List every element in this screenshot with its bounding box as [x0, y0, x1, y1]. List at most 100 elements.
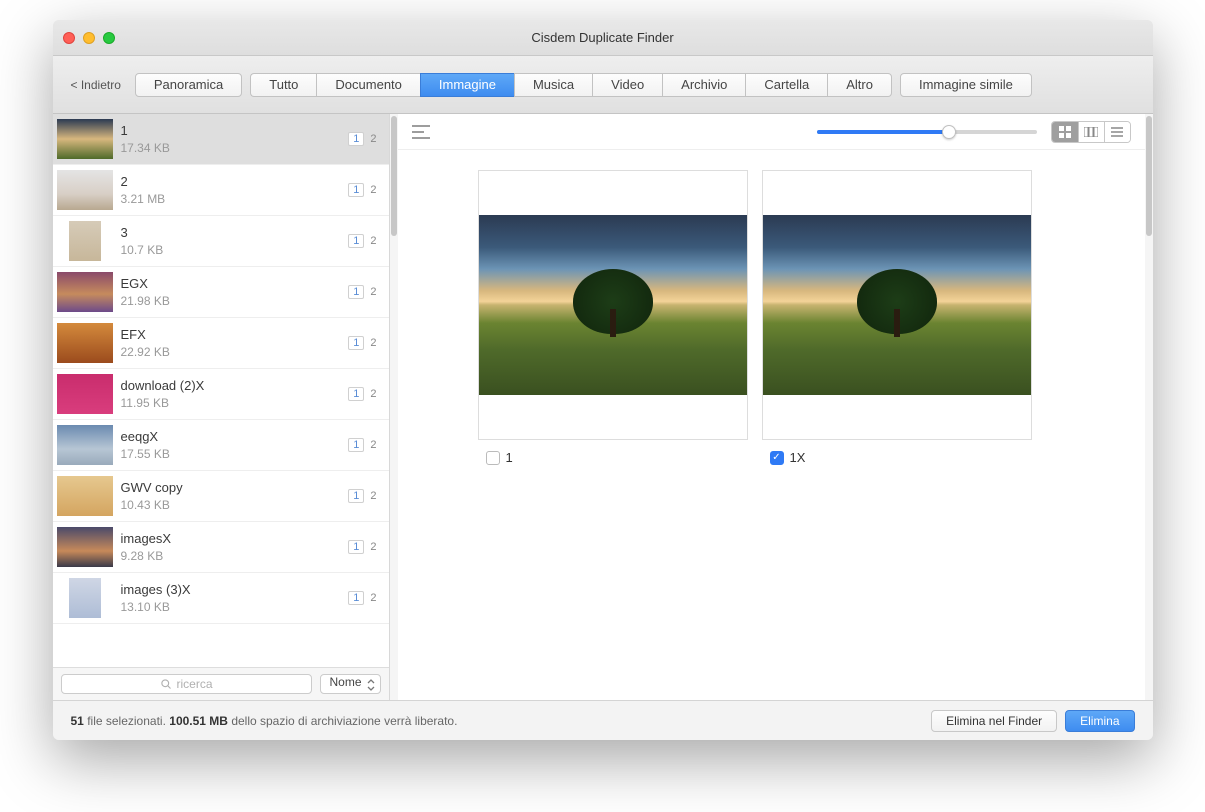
thumbnail [69, 221, 101, 261]
list-item[interactable]: GWV copy10.43 KB12 [53, 471, 389, 522]
preview-card[interactable]: ✓ 1X [762, 170, 1032, 680]
thumbnail [57, 323, 113, 363]
selected-badge: 1 [348, 234, 364, 248]
list-item[interactable]: EGX 21.98 KB12 [53, 267, 389, 318]
window-title: Cisdem Duplicate Finder [53, 30, 1153, 45]
statusbar: 51 file selezionati. 100.51 MB dello spa… [53, 700, 1153, 740]
selected-badge: 1 [348, 540, 364, 554]
total-badge: 2 [368, 541, 378, 553]
titlebar: Cisdem Duplicate Finder [53, 20, 1153, 56]
sidebar-scrollbar[interactable] [390, 114, 398, 700]
selected-badge: 1 [348, 183, 364, 197]
sort-label: Nome [329, 675, 361, 689]
total-badge: 2 [368, 337, 378, 349]
main-content: 117.34 KB1223.21 MB12310.7 KB12EGX21.98 … [53, 114, 1153, 700]
back-button[interactable]: < Indietro [65, 74, 127, 96]
selected-badge: 1 [348, 591, 364, 605]
selected-badge: 1 [348, 438, 364, 452]
view-mode-toggle [1051, 121, 1131, 143]
selected-badge: 1 [348, 336, 364, 350]
item-size: 21.98 KB [121, 294, 349, 308]
card-frame [478, 170, 748, 440]
delete-button[interactable]: Elimina [1065, 710, 1134, 732]
preview-pane: 1 ✓ 1X [398, 114, 1145, 700]
thumbnail [57, 272, 113, 312]
duplicate-list[interactable]: 117.34 KB1223.21 MB12310.7 KB12EGX21.98 … [53, 114, 389, 667]
list-icon [1111, 127, 1123, 137]
list-item[interactable]: eeqgX17.55 KB12 [53, 420, 389, 471]
item-size: 22.92 KB [121, 345, 349, 359]
item-name: 3 [121, 225, 349, 240]
list-item[interactable]: 23.21 MB12 [53, 165, 389, 216]
total-badge: 2 [368, 235, 378, 247]
overview-button[interactable]: Panoramica [135, 73, 242, 97]
tab-documento[interactable]: Documento [316, 73, 419, 97]
total-badge: 2 [368, 388, 378, 400]
total-badge: 2 [368, 490, 378, 502]
tab-tutto[interactable]: Tutto [250, 73, 316, 97]
selected-count: 51 [71, 714, 84, 728]
item-name: images (3)X [121, 582, 349, 597]
preview-scrollbar[interactable] [1145, 114, 1153, 700]
total-badge: 2 [368, 184, 378, 196]
preview-card[interactable]: 1 [478, 170, 748, 680]
tab-video[interactable]: Video [592, 73, 662, 97]
list-view-button[interactable] [1104, 122, 1130, 142]
selected-badge: 1 [348, 132, 364, 146]
total-badge: 2 [368, 592, 378, 604]
list-item[interactable]: 117.34 KB12 [53, 114, 389, 165]
thumbnail [57, 527, 113, 567]
zoom-slider[interactable] [817, 130, 1037, 134]
item-name: EFX [121, 327, 349, 342]
tab-altro[interactable]: Altro [827, 73, 892, 97]
selected-badge: 1 [348, 387, 364, 401]
slider-thumb[interactable] [942, 125, 956, 139]
grid-view-button[interactable] [1052, 122, 1078, 142]
category-tabs: TuttoDocumentoImmagineMusicaVideoArchivi… [250, 73, 892, 97]
select-arrows-icon [366, 678, 376, 692]
card-label: 1 [506, 450, 513, 465]
thumbnail [57, 119, 113, 159]
search-input[interactable]: ricerca [61, 674, 313, 694]
select-checkbox[interactable] [486, 451, 500, 465]
select-checkbox[interactable]: ✓ [770, 451, 784, 465]
total-badge: 2 [368, 439, 378, 451]
sidebar-footer: ricerca Nome [53, 667, 389, 700]
thumbnail [57, 374, 113, 414]
sort-select[interactable]: Nome [320, 674, 380, 694]
delete-in-finder-button[interactable]: Elimina nel Finder [931, 710, 1057, 732]
list-item[interactable]: 310.7 KB12 [53, 216, 389, 267]
list-item[interactable]: imagesX9.28 KB12 [53, 522, 389, 573]
tab-musica[interactable]: Musica [514, 73, 592, 97]
selection-menu-icon[interactable] [412, 125, 430, 139]
columns-view-button[interactable] [1078, 122, 1104, 142]
list-item[interactable]: download (2)X 11.95 KB12 [53, 369, 389, 420]
total-badge: 2 [368, 133, 378, 145]
item-name: download (2)X [121, 378, 349, 393]
item-size: 3.21 MB [121, 192, 349, 206]
item-size: 10.43 KB [121, 498, 349, 512]
item-size: 17.34 KB [121, 141, 349, 155]
thumbnail [69, 578, 101, 618]
thumbnail [57, 476, 113, 516]
freed-size: 100.51 MB [169, 714, 228, 728]
list-item[interactable]: images (3)X13.10 KB12 [53, 573, 389, 624]
item-name: EGX [121, 276, 349, 291]
selected-badge: 1 [348, 285, 364, 299]
total-badge: 2 [368, 286, 378, 298]
similar-image-button[interactable]: Immagine simile [900, 73, 1032, 97]
list-item[interactable]: EFX 22.92 KB12 [53, 318, 389, 369]
freed-size-suffix: dello spazio di archiviazione verrà libe… [231, 714, 457, 728]
card-label: 1X [790, 450, 806, 465]
item-size: 9.28 KB [121, 549, 349, 563]
tab-archivio[interactable]: Archivio [662, 73, 745, 97]
sidebar: 117.34 KB1223.21 MB12310.7 KB12EGX21.98 … [53, 114, 390, 700]
tab-cartella[interactable]: Cartella [745, 73, 827, 97]
tab-immagine[interactable]: Immagine [420, 73, 514, 97]
preview-image [763, 215, 1031, 395]
item-size: 11.95 KB [121, 396, 349, 410]
item-name: eeqgX [121, 429, 349, 444]
columns-icon [1084, 127, 1098, 137]
card-frame [762, 170, 1032, 440]
preview-grid: 1 ✓ 1X [398, 150, 1145, 700]
